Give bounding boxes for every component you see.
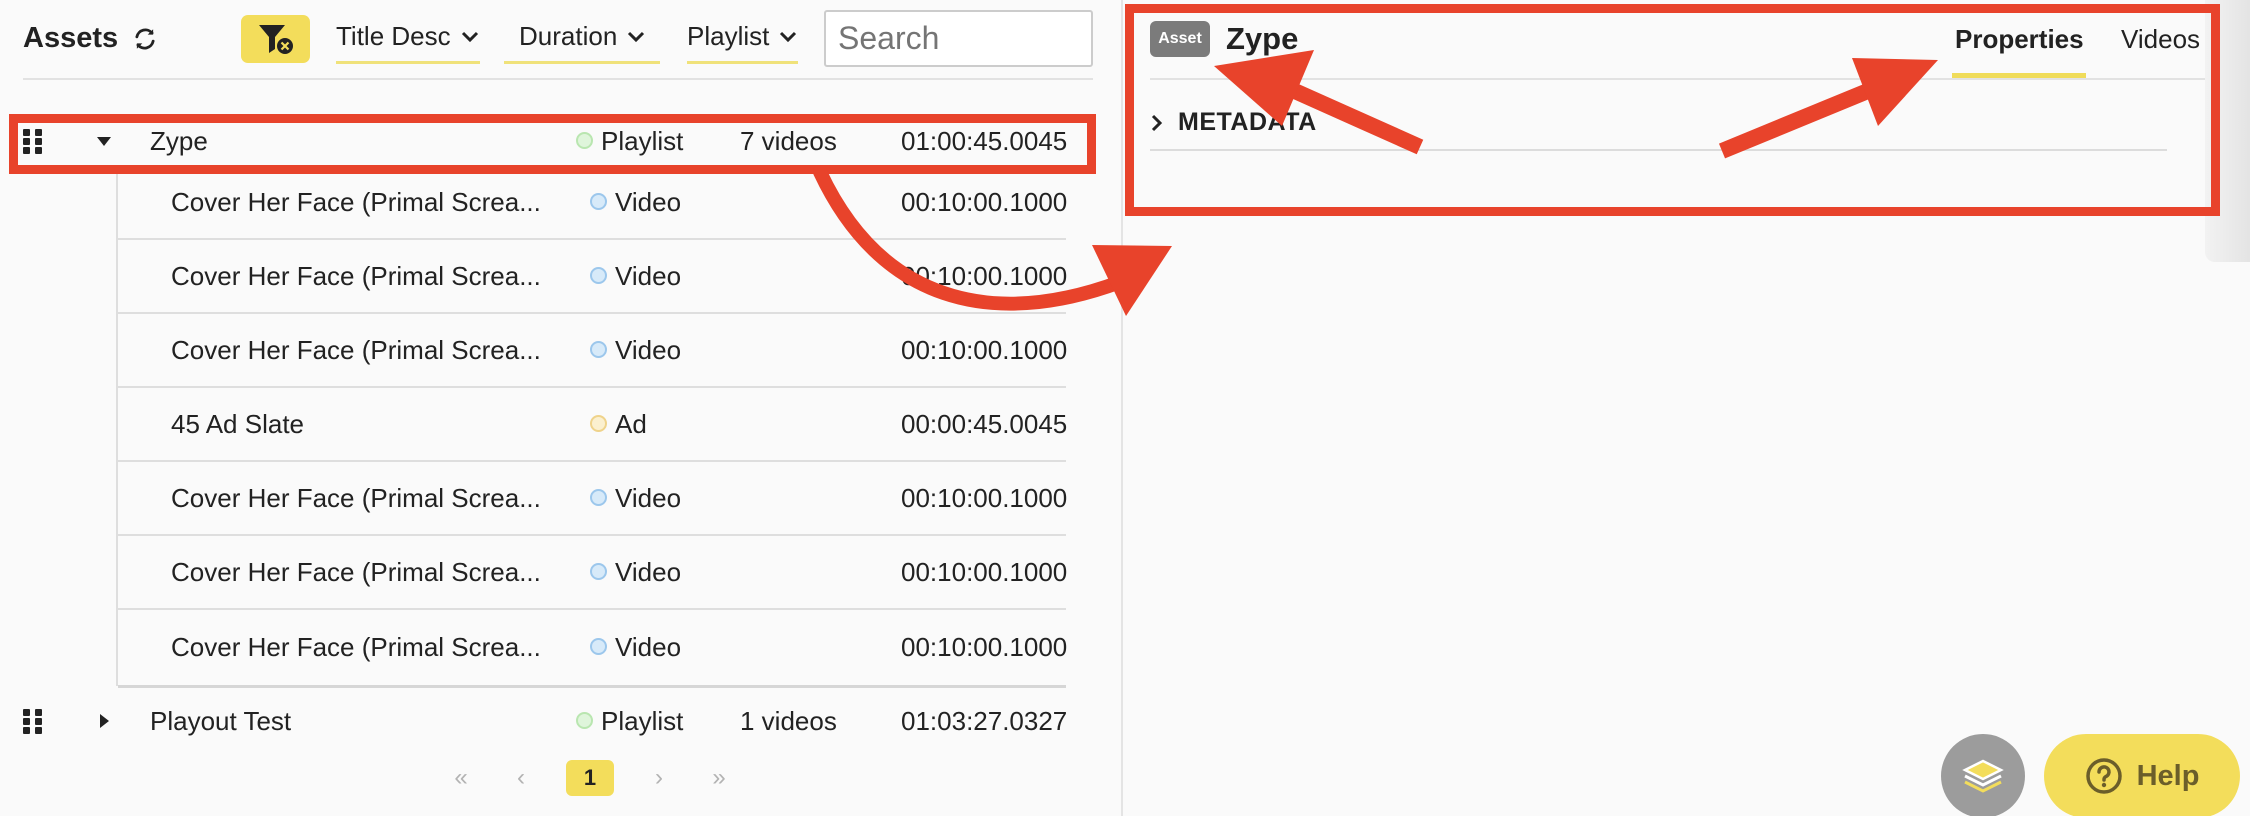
row-count: 1 videos [740,705,837,736]
child-title: Cover Her Face (Primal Screa... [171,260,541,291]
type-filter-label: Playlist [687,21,770,51]
caret-right-icon[interactable] [96,714,112,728]
metadata-section-toggle[interactable]: METADATA [1150,108,1317,137]
pagination: « ‹ 1 › » [446,760,734,796]
first-page-button[interactable]: « [446,764,476,792]
row-type-label: Playlist [601,125,684,156]
child-type: Video [590,632,681,663]
video-dot-icon [590,267,607,285]
child-title: Cover Her Face (Primal Screa... [171,556,541,587]
child-duration: 00:10:00.1000 [901,186,1068,217]
metadata-label: METADATA [1178,108,1317,136]
row-count: 7 videos [740,125,837,156]
child-type-label: Video [615,556,682,587]
assets-header: Assets [23,22,158,55]
detail-title: Zype [1226,21,1299,56]
caret-down-icon[interactable] [96,134,112,148]
video-dot-icon [590,563,607,581]
drag-handle-icon[interactable] [22,128,44,154]
pane-divider[interactable] [1121,0,1123,816]
ad-dot-icon [590,415,607,433]
child-type: Video [590,483,681,514]
clear-filter-button[interactable] [241,15,310,63]
filter-clear-icon [258,25,293,54]
child-title: Cover Her Face (Primal Screa... [171,334,541,365]
list-item[interactable]: Cover Her Face (Primal Screa... Video 00… [118,462,1068,536]
child-duration: 00:10:00.1000 [901,334,1068,365]
list-item[interactable]: 45 Ad Slate Ad 00:00:45.0045 [118,388,1068,462]
child-duration: 00:10:00.1000 [901,556,1068,587]
child-title: Cover Her Face (Primal Screa... [171,631,541,662]
search-input[interactable] [824,10,1093,67]
child-type: Video [590,261,681,292]
child-type-label: Ad [615,408,647,439]
child-type-label: Video [615,631,682,662]
layers-button[interactable] [1941,734,2025,816]
child-duration: 00:10:00.1000 [901,482,1068,513]
list-item[interactable]: Cover Her Face (Primal Screa... Video 00… [118,314,1068,388]
child-type: Video [590,187,681,218]
header-divider [23,78,1093,80]
child-type-label: Video [615,334,682,365]
list-item[interactable]: Cover Her Face (Primal Screa... Video 00… [118,610,1068,684]
detail-header-divider [1150,78,2205,80]
help-button[interactable]: Help [2044,734,2240,816]
child-type: Video [590,557,681,588]
chevron-down-icon [628,31,645,42]
chevron-down-icon [461,31,478,42]
video-dot-icon [590,638,607,656]
last-page-button[interactable]: » [704,764,734,792]
list-item[interactable]: Cover Her Face (Primal Screa... Video 00… [118,536,1068,610]
next-page-button[interactable]: › [644,764,674,792]
prev-page-button[interactable]: ‹ [506,764,536,792]
row-duration: 01:03:27.0327 [901,705,1068,736]
playlist-row-playout-test[interactable]: Playout Test Playlist 1 videos 01:03:27.… [0,684,1093,758]
playlist-dot-icon [576,132,593,150]
refresh-icon[interactable] [132,26,158,52]
row-duration: 01:00:45.0045 [901,125,1068,156]
row-title: Playout Test [150,705,292,736]
assets-title: Assets [23,22,119,54]
row-type-label: Playlist [601,705,684,736]
arrow-head-icon [1852,58,1938,126]
current-page[interactable]: 1 [566,760,614,796]
video-dot-icon [590,193,607,211]
video-dot-icon [590,489,607,507]
sort-title-label: Title Desc [336,21,451,51]
list-item[interactable]: Cover Her Face (Primal Screa... Video 00… [118,166,1068,240]
child-type-label: Video [615,186,682,217]
list-item[interactable]: Cover Her Face (Primal Screa... Video 00… [118,240,1068,314]
type-filter-dropdown[interactable]: Playlist [687,18,798,64]
tab-videos[interactable]: Videos [2121,24,2200,55]
child-type-label: Video [615,482,682,513]
side-drawer-edge [2205,0,2250,262]
drag-handle-icon[interactable] [22,708,44,734]
sort-duration-label: Duration [519,21,618,51]
assets-panel: Assets Title Desc Duration Playlist Zype… [0,0,1121,816]
row-type: Playlist [576,706,683,737]
child-title: Cover Her Face (Primal Screa... [171,186,541,217]
row-type: Playlist [576,126,683,157]
asset-badge: Asset [1150,21,1210,57]
layers-icon [1962,759,2004,793]
video-dot-icon [590,341,607,359]
chevron-down-icon [780,31,797,42]
row-title: Zype [150,125,208,156]
playlist-dot-icon [576,712,593,730]
child-duration: 00:10:00.1000 [901,631,1068,662]
child-duration: 00:00:45.0045 [901,408,1068,439]
child-title: Cover Her Face (Primal Screa... [171,482,541,513]
child-type: Video [590,335,681,366]
child-duration: 00:10:00.1000 [901,260,1068,291]
metadata-divider [1150,149,2167,151]
help-icon [2085,758,2122,794]
child-type: Ad [590,409,647,440]
help-label: Help [2136,759,2200,792]
child-type-label: Video [615,260,682,291]
sort-duration-dropdown[interactable]: Duration [504,18,660,64]
sort-title-dropdown[interactable]: Title Desc [336,18,480,64]
tab-properties[interactable]: Properties [1955,24,2084,55]
child-title: 45 Ad Slate [171,408,304,439]
chevron-right-icon [1151,114,1163,131]
